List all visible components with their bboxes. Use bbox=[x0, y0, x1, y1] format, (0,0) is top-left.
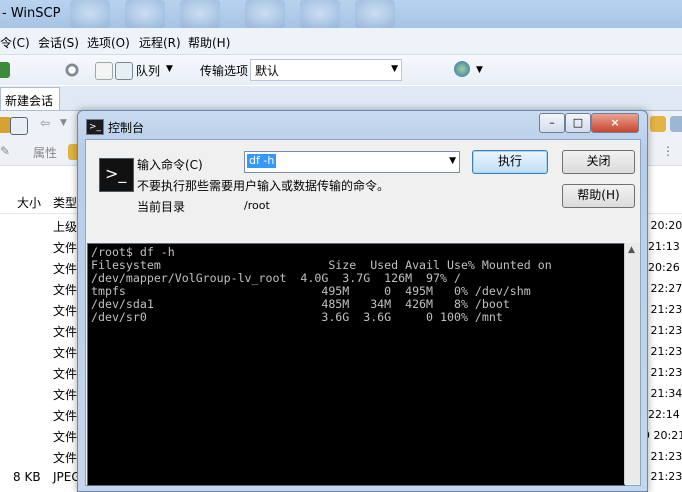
back-dropdown-icon[interactable]: ▼ bbox=[60, 118, 67, 128]
file-type-cell: 文件 bbox=[53, 430, 78, 444]
filter-icon[interactable] bbox=[10, 117, 28, 135]
minimize-button[interactable]: – bbox=[539, 113, 565, 133]
more-icon[interactable]: ⋮ bbox=[662, 144, 674, 158]
title-bar: - WinSCP bbox=[0, 0, 682, 28]
quick-toolbar-icon[interactable] bbox=[300, 0, 340, 28]
close-button[interactable]: 关闭 bbox=[562, 150, 635, 174]
file-type-cell: 文件 bbox=[53, 451, 78, 465]
sync-dropdown-arrow-icon[interactable]: ▼ bbox=[476, 65, 483, 75]
terminal-line: /dev/sr0 3.6G 3.6G 0 100% /mnt bbox=[91, 310, 503, 324]
tab-new-session[interactable]: 新建会话 bbox=[0, 87, 60, 110]
file-date-cell: 20:26 bbox=[648, 261, 680, 274]
menu-options[interactable]: 选项(O) bbox=[87, 34, 130, 51]
quick-toolbar-icon[interactable] bbox=[125, 0, 165, 28]
command-label: 输入命令(C) bbox=[137, 158, 203, 172]
file-type-cell: 文件 bbox=[53, 241, 78, 255]
file-type-cell: 文件 bbox=[53, 283, 78, 297]
column-type[interactable]: 类型 bbox=[53, 194, 77, 211]
queue-clipboard-icon[interactable] bbox=[95, 62, 113, 80]
window-title: - WinSCP bbox=[2, 6, 61, 21]
quick-toolbar-icon[interactable] bbox=[245, 0, 285, 28]
terminal-icon[interactable] bbox=[0, 62, 10, 78]
current-dir-label: 当前目录 bbox=[137, 200, 186, 214]
file-type-cell: 文件 bbox=[53, 325, 78, 339]
file-date-cell: 21:13 bbox=[648, 240, 680, 253]
menu-help[interactable]: 帮助(H) bbox=[188, 34, 230, 51]
terminal-output[interactable]: /root$ df -h Filesystem Size Used Avail … bbox=[87, 243, 625, 486]
folder-icon[interactable] bbox=[650, 116, 666, 132]
terminal-scrollbar[interactable]: ▲ bbox=[624, 243, 640, 484]
maximize-button[interactable]: □ bbox=[565, 113, 591, 133]
quick-toolbar-icon[interactable] bbox=[180, 0, 220, 28]
file-type-cell: 文件 bbox=[53, 262, 78, 276]
tab-new-session-label: 新建会话 bbox=[5, 94, 54, 108]
menu-command[interactable]: 令(C) bbox=[0, 34, 30, 51]
current-dir-value: /root bbox=[244, 199, 270, 212]
chevron-down-icon[interactable]: ▼ bbox=[391, 64, 398, 74]
file-date-cell: 22:14 bbox=[648, 408, 680, 421]
queue-label[interactable]: 队列 bbox=[136, 62, 160, 79]
queue-icon[interactable] bbox=[115, 62, 133, 80]
home-icon[interactable] bbox=[670, 116, 682, 132]
help-button[interactable]: 帮助(H) bbox=[562, 184, 635, 208]
file-type-cell: 文件 bbox=[53, 304, 78, 318]
session-tabs bbox=[0, 86, 682, 111]
menu-bar: 令(C) 会话(S) 选项(O) 远程(R) 帮助(H) bbox=[0, 28, 682, 55]
quick-toolbar-icon[interactable] bbox=[355, 0, 395, 28]
warning-text: 不要执行那些需要用户输入或数据传输的命令。 bbox=[137, 179, 390, 193]
command-prompt-icon: >_ bbox=[99, 158, 134, 192]
sync-globe-icon[interactable] bbox=[454, 61, 470, 77]
console-icon: >_ bbox=[86, 119, 104, 135]
command-value: df -h bbox=[247, 154, 277, 168]
transfer-options-combo[interactable]: 默认 ▼ bbox=[250, 59, 402, 81]
command-input[interactable]: df -h ▼ bbox=[244, 151, 460, 173]
file-size-cell: 8 KB bbox=[13, 470, 41, 484]
chevron-down-icon[interactable]: ▼ bbox=[449, 156, 456, 166]
file-type-cell: 文件 bbox=[53, 346, 78, 360]
file-type-cell: 上级 bbox=[53, 220, 78, 234]
dialog-client-area: >_ 输入命令(C) df -h ▼ 不要执行那些需要用户输入或数据传输的命令。… bbox=[85, 139, 641, 486]
queue-dropdown-arrow-icon[interactable]: ▼ bbox=[166, 64, 173, 74]
close-window-button[interactable]: × bbox=[591, 113, 639, 133]
console-dialog: >_ 控制台 – □ × >_ 输入命令(C) df -h ▼ 不要执行那些需要… bbox=[77, 110, 648, 492]
edit-icon[interactable]: ✎ bbox=[0, 144, 10, 158]
quick-toolbar-icon[interactable] bbox=[70, 0, 110, 28]
file-type-cell: 文件 bbox=[53, 409, 78, 423]
properties-button[interactable]: 属性 bbox=[33, 144, 57, 161]
gear-icon[interactable] bbox=[64, 62, 80, 78]
transfer-options-label: 传输选项 bbox=[200, 64, 249, 78]
file-type-cell: 文件 bbox=[53, 367, 78, 381]
menu-remote[interactable]: 远程(R) bbox=[139, 34, 181, 51]
menu-session[interactable]: 会话(S) bbox=[38, 34, 79, 51]
dialog-title: 控制台 bbox=[108, 121, 145, 135]
back-arrow-icon[interactable]: ⇦ bbox=[40, 116, 50, 130]
transfer-options-value: 默认 bbox=[255, 64, 280, 78]
scroll-up-icon[interactable]: ▲ bbox=[628, 245, 635, 255]
execute-button[interactable]: 执行 bbox=[472, 150, 548, 174]
column-size[interactable]: 大小 bbox=[17, 194, 41, 211]
file-type-cell: 文件 bbox=[53, 388, 78, 402]
